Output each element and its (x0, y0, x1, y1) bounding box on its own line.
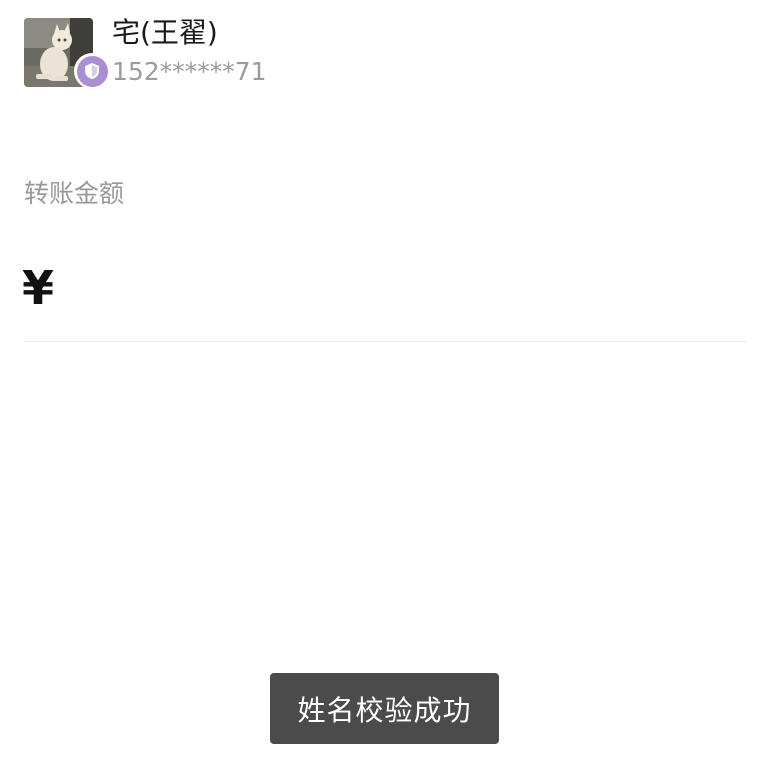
transfer-page: 宅(王翟) 152******71 转账金额 ¥ 姓名校验成功 (0, 0, 762, 770)
toast: 姓名校验成功 (270, 673, 499, 744)
verified-badge (74, 53, 110, 89)
recipient-name: 宅(王翟) (112, 16, 218, 49)
currency-symbol: ¥ (22, 261, 55, 315)
divider (24, 341, 747, 342)
toast-message: 姓名校验成功 (297, 693, 472, 727)
amount-label: 转账金额 (24, 179, 125, 208)
shield-icon (76, 55, 108, 87)
recipient-phone: 152******71 (112, 57, 267, 86)
amount-input[interactable] (70, 262, 740, 318)
